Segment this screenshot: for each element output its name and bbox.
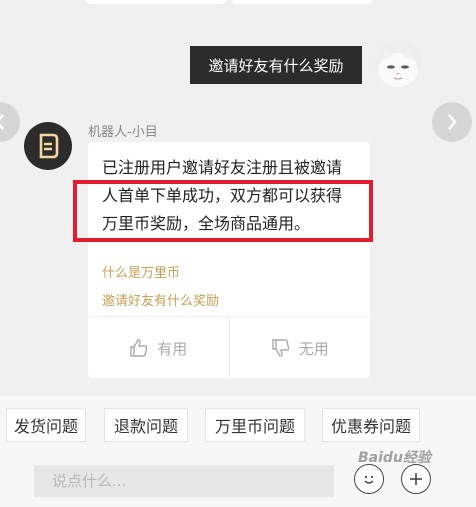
- cat-avatar-icon: [374, 40, 422, 88]
- user-avatar[interactable]: [374, 40, 422, 88]
- unhelpful-label: 无用: [298, 339, 329, 358]
- quick-reply-wanli-coin[interactable]: 万里币问题: [205, 408, 305, 442]
- annotation-highlight-box: [73, 180, 373, 242]
- feedback-row: 有用 无用: [88, 316, 370, 379]
- related-question-link[interactable]: 邀请好友有什么奖励: [102, 290, 219, 309]
- previous-card-edge: [86, 0, 226, 4]
- more-options-button[interactable]: [401, 464, 431, 494]
- plus-icon: [410, 473, 422, 485]
- quick-reply-shipping[interactable]: 发货问题: [6, 408, 86, 442]
- emoji-button[interactable]: [354, 464, 384, 494]
- bot-name: 机器人-小目: [88, 125, 158, 140]
- chat-input[interactable]: [34, 465, 334, 497]
- bot-answer-card: 已注册用户邀请好友注册且被邀请 人首单下单成功，双方都可以获得 万里币奖励，全场…: [88, 142, 370, 379]
- robot-logo-icon: [39, 133, 59, 159]
- carousel-prev-button[interactable]: [0, 102, 20, 142]
- thumbs-down-icon: [272, 339, 290, 357]
- related-question-link[interactable]: 什么是万里币: [102, 262, 180, 281]
- baidu-jingyan-watermark: Baidu经验: [358, 450, 431, 466]
- quick-reply-coupon[interactable]: 优惠券问题: [322, 408, 420, 442]
- user-message-text: 邀请好友有什么奖励: [208, 56, 344, 75]
- carousel-next-button[interactable]: [432, 102, 472, 142]
- answer-line: 已注册用户邀请好友注册且被邀请: [102, 158, 343, 177]
- bot-avatar: [24, 122, 72, 170]
- user-message-bubble: 邀请好友有什么奖励: [190, 46, 362, 84]
- helpful-button[interactable]: 有用: [88, 317, 229, 379]
- chevron-left-icon: [0, 114, 4, 130]
- smiley-icon: [364, 475, 374, 484]
- quick-reply-refund[interactable]: 退款问题: [104, 408, 188, 442]
- thumbs-up-icon: [130, 339, 148, 357]
- chevron-right-icon: [448, 114, 457, 130]
- unhelpful-button[interactable]: 无用: [228, 317, 371, 379]
- helpful-label: 有用: [157, 339, 188, 358]
- previous-card-edge: [232, 0, 372, 4]
